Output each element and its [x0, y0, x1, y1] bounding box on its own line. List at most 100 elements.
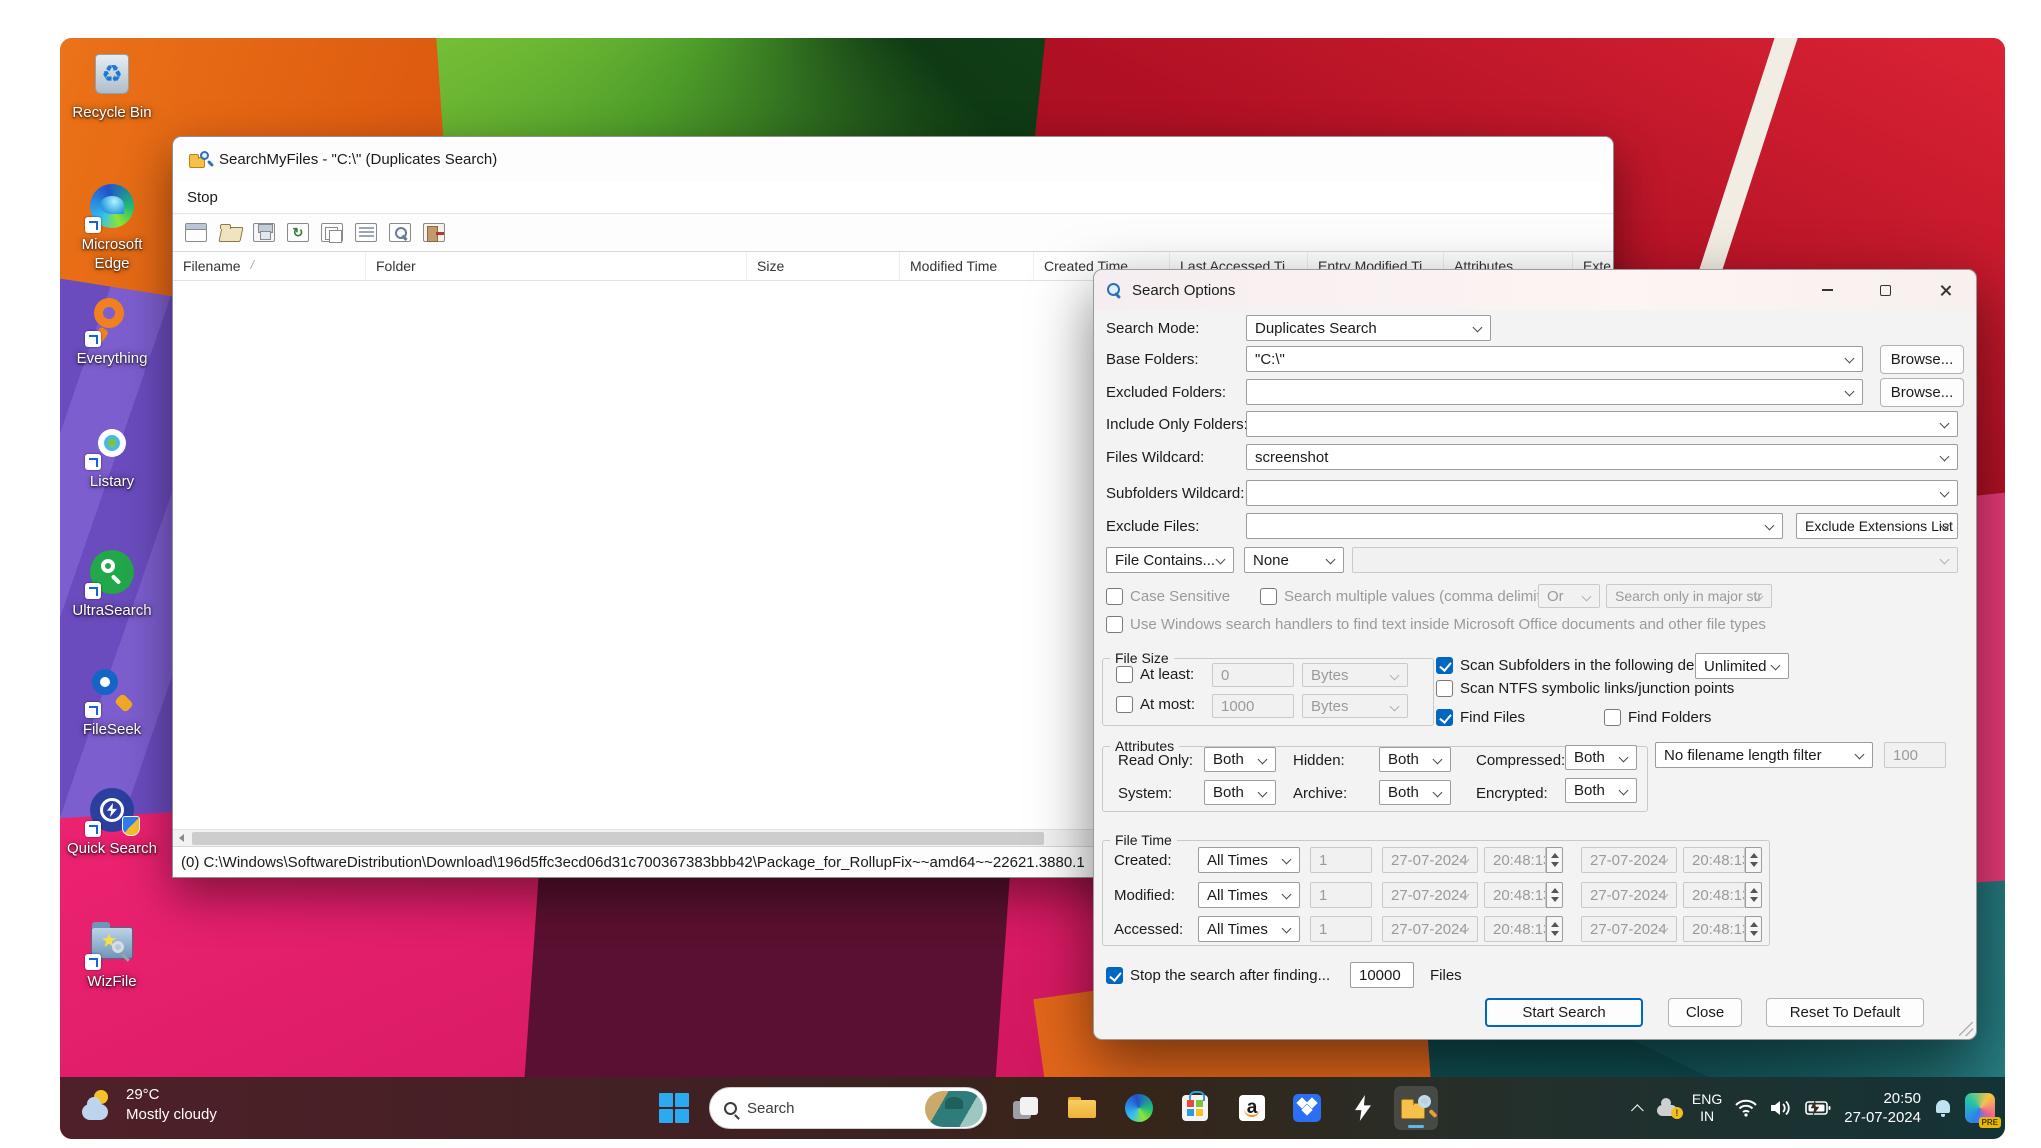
read-only-select[interactable]: Both [1204, 747, 1276, 772]
accessed-to-date-input[interactable]: 27-07-2024 [1581, 916, 1677, 942]
files-wildcard-input[interactable]: screenshot [1246, 444, 1958, 470]
base-folders-input[interactable]: "C:\" [1246, 346, 1863, 372]
amazon-button[interactable]: a [1230, 1086, 1274, 1130]
exclude-extensions-list-select[interactable]: Exclude Extensions List [1796, 513, 1958, 539]
modified-to-date-input[interactable]: 27-07-2024 [1581, 882, 1677, 908]
created-to-time-spinner[interactable] [1745, 847, 1762, 873]
open-folder-toolbar-button[interactable] [217, 221, 243, 245]
start-button[interactable] [659, 1093, 689, 1123]
hidden-select[interactable]: Both [1379, 747, 1451, 772]
excluded-folders-input[interactable] [1246, 379, 1863, 405]
created-count-input[interactable]: 1 [1310, 847, 1372, 873]
or-and-select[interactable]: Or [1538, 584, 1600, 608]
subfolders-wildcard-input[interactable] [1246, 480, 1958, 506]
search-highlight-image[interactable] [925, 1091, 983, 1127]
desktop-icon-recycle-bin[interactable]: ♻ Recycle Bin [60, 50, 170, 123]
created-from-date-input[interactable]: 27-07-2024 [1382, 847, 1478, 873]
search-mode-select[interactable]: Duplicates Search [1246, 315, 1491, 341]
menu-stop[interactable]: Stop [187, 189, 218, 206]
accessed-mode-select[interactable]: All Times [1198, 916, 1300, 942]
column-header-size[interactable]: Size [747, 252, 900, 280]
taskbar-clock[interactable]: 20:50 27-07-2024 [1844, 1089, 1921, 1128]
subfolder-depth-select[interactable]: Unlimited [1695, 653, 1789, 679]
save-toolbar-button[interactable] [251, 221, 277, 245]
volume-icon[interactable] [1770, 1099, 1792, 1117]
modified-from-time-input[interactable]: 20:48:13 [1484, 882, 1546, 908]
dropbox-button[interactable] [1285, 1086, 1329, 1130]
wifi-icon[interactable] [1735, 1099, 1757, 1117]
copy-toolbar-button[interactable] [319, 221, 345, 245]
find-files-checkbox[interactable] [1436, 709, 1453, 726]
case-sensitive-checkbox[interactable] [1106, 588, 1123, 605]
modified-to-time-spinner[interactable] [1745, 882, 1762, 908]
reset-to-default-button[interactable]: Reset To Default [1766, 998, 1924, 1027]
compressed-select[interactable]: Both [1565, 745, 1637, 770]
resize-grip[interactable] [1959, 1022, 1973, 1036]
major-streams-select[interactable]: Search only in major str [1606, 584, 1772, 608]
desktop-icon-listary[interactable]: Listary [60, 419, 170, 492]
stop-after-value-input[interactable]: 10000 [1350, 962, 1414, 988]
accessed-from-time-input[interactable]: 20:48:13 [1484, 916, 1546, 942]
column-header-folder[interactable]: Folder [366, 252, 747, 280]
modified-mode-select[interactable]: All Times [1198, 882, 1300, 908]
at-least-value-input[interactable]: 0 [1212, 663, 1294, 687]
desktop-icon-fileseek[interactable]: FileSeek [60, 667, 170, 740]
scrollbar-thumb[interactable] [192, 832, 1044, 845]
column-header-filename[interactable]: Filename [173, 252, 366, 280]
scan-subfolders-checkbox[interactable] [1436, 657, 1453, 674]
encrypted-select[interactable]: Both [1565, 778, 1637, 803]
find-toolbar-button[interactable] [387, 221, 413, 245]
modified-from-time-spinner[interactable] [1546, 882, 1563, 908]
file-contains-mode-select[interactable]: None [1244, 547, 1344, 573]
desktop-icon-ultrasearch[interactable]: UltraSearch [60, 548, 170, 621]
dialog-close-button[interactable] [1914, 270, 1976, 310]
scan-ntfs-links-checkbox[interactable] [1436, 680, 1453, 697]
exclude-files-input[interactable] [1246, 513, 1783, 539]
scroll-left-arrow-icon[interactable] [173, 830, 190, 847]
desktop-icon-quick-search[interactable]: Quick Search [60, 786, 170, 859]
filename-length-value-input[interactable]: 100 [1884, 742, 1946, 768]
at-most-unit-select[interactable]: Bytes [1302, 694, 1408, 718]
accessed-to-time-input[interactable]: 20:48:13 [1683, 916, 1745, 942]
archive-select[interactable]: Both [1379, 780, 1451, 805]
searchmyfiles-taskbar-button[interactable] [1394, 1086, 1438, 1130]
created-from-time-input[interactable]: 20:48:13 [1484, 847, 1546, 873]
filename-length-filter-select[interactable]: No filename length filter [1655, 742, 1873, 768]
edit-toolbar-button[interactable] [353, 221, 379, 245]
notifications-bell-icon[interactable] [1934, 1099, 1952, 1117]
modified-to-time-input[interactable]: 20:48:13 [1683, 882, 1745, 908]
taskbar-search-box[interactable]: Search [709, 1087, 987, 1129]
tray-overflow-chevron-icon[interactable] [1631, 1104, 1644, 1117]
close-dialog-button[interactable]: Close [1668, 998, 1742, 1027]
modified-count-input[interactable]: 1 [1310, 882, 1372, 908]
created-to-time-input[interactable]: 20:48:13 [1683, 847, 1745, 873]
find-folders-checkbox[interactable] [1604, 709, 1621, 726]
onedrive-tray-icon[interactable]: ! [1657, 1100, 1679, 1116]
accessed-count-input[interactable]: 1 [1310, 916, 1372, 942]
system-select[interactable]: Both [1204, 780, 1276, 805]
title-bar[interactable]: SearchMyFiles - "C:\" (Duplicates Search… [173, 137, 1613, 182]
at-most-checkbox[interactable] [1116, 696, 1133, 713]
lightning-app-button[interactable] [1341, 1086, 1385, 1130]
stop-after-checkbox[interactable] [1106, 967, 1123, 984]
desktop-icon-everything[interactable]: Everything [60, 296, 170, 369]
created-from-time-spinner[interactable] [1546, 847, 1563, 873]
file-contains-value-input[interactable] [1352, 547, 1958, 573]
include-only-folders-input[interactable] [1246, 411, 1958, 437]
dialog-minimize-button[interactable] [1798, 270, 1856, 310]
microsoft-store-button[interactable] [1173, 1086, 1217, 1130]
edge-taskbar-button[interactable] [1117, 1086, 1161, 1130]
accessed-to-time-spinner[interactable] [1745, 916, 1762, 942]
at-least-checkbox[interactable] [1116, 666, 1133, 683]
multiple-values-checkbox[interactable] [1260, 588, 1277, 605]
desktop-icon-microsoft-edge[interactable]: Microsoft Edge [60, 182, 170, 274]
accessed-from-time-spinner[interactable] [1546, 916, 1563, 942]
column-header-modified-time[interactable]: Modified Time [900, 252, 1034, 280]
excluded-folders-browse-button[interactable]: Browse... [1880, 378, 1964, 407]
at-least-unit-select[interactable]: Bytes [1302, 663, 1408, 687]
battery-icon[interactable] [1805, 1100, 1831, 1116]
windows-search-handlers-checkbox[interactable] [1106, 616, 1123, 633]
created-to-date-input[interactable]: 27-07-2024 [1581, 847, 1677, 873]
refresh-toolbar-button[interactable] [285, 221, 311, 245]
copilot-icon[interactable]: PRE [1965, 1093, 1995, 1123]
